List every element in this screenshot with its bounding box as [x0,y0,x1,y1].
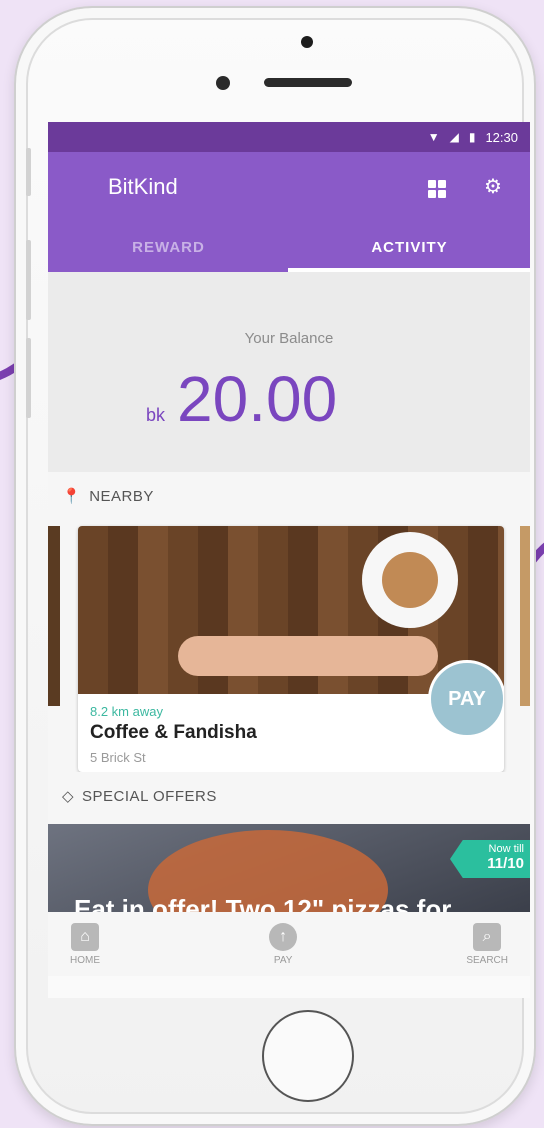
phone-front-camera [216,76,230,90]
tag-icon: ◇ [62,788,75,805]
search-icon: ⌕ [473,922,502,951]
nav-search-label: SEARCH [466,954,508,966]
offer-badge-date: 11/10 [487,855,524,872]
merchant-distance: 8.2 km away [90,704,163,719]
phone-side-button [26,338,31,418]
special-offers-section: ◇ SPECIAL OFFERS Eat in offer! Two 12" p… [48,772,530,912]
offers-heading-label: SPECIAL OFFERS [82,787,217,805]
nearby-heading-label: NEARBY [89,487,154,505]
tab-activity[interactable]: ACTIVITY [289,222,530,272]
hands-image [178,636,438,676]
offer-banner[interactable]: Eat in offer! Two 12" pizzas for Now til… [48,824,530,912]
balance-label: Your Balance [244,330,334,347]
pay-button[interactable]: PAY [428,660,504,738]
phone-speaker [264,78,352,87]
status-time: 12:30 [485,129,518,145]
bottom-navigation: ⌂ HOME ↑ PAY ⌕ SEARCH [48,912,530,976]
offers-heading: ◇ SPECIAL OFFERS [48,772,530,820]
tab-bar: REWARD ACTIVITY [48,222,530,272]
coffee-cup-image [362,532,458,628]
currency-label: bk [146,405,166,425]
merchant-name: Coffee & Fandisha [90,722,257,743]
screen-bottom-edge [48,976,530,998]
offer-badge-line1: Now till [488,843,524,855]
phone-sensor-dot [301,36,313,48]
previous-card-peek[interactable] [48,526,60,706]
tab-reward[interactable]: REWARD [48,222,289,272]
store-icon: ⌂ [71,922,99,951]
phone-side-button [26,240,31,320]
gear-icon[interactable]: ⚙ [484,174,502,199]
nav-home-label: HOME [70,954,100,966]
status-bar: ▼ ◢ ▮ 12:30 [48,122,530,152]
merchant-photo [78,526,504,694]
balance-panel: Your Balance bk 20.00 [48,272,530,472]
nearby-section: 📍 NEARBY PAY 8.2 km away Coffee & Fandis… [48,472,530,772]
merchant-card[interactable]: PAY 8.2 km away Coffee & Fandisha 5 Bric… [78,526,504,772]
next-card-peek[interactable] [520,526,530,706]
wifi-icon: ▼ [427,130,440,144]
location-pin-icon: 📍 [62,488,82,505]
signal-icon: ◢ [449,130,459,144]
nav-pay[interactable]: ↑ PAY [269,912,298,976]
phone-home-button[interactable] [262,1010,354,1102]
app-screen: ▼ ◢ ▮ 12:30 BitKind ⚙ REWARD ACTIVITY Yo… [48,122,530,998]
balance-amount: 20.00 [177,363,338,435]
app-title: BitKind [108,174,178,199]
balance-value: bk 20.00 [146,362,337,436]
phone-side-button [26,148,31,196]
nearby-heading: 📍 NEARBY [48,472,530,520]
offer-title: Eat in offer! Two 12" pizzas for [74,894,452,912]
app-bar: BitKind ⚙ REWARD ACTIVITY [48,152,530,272]
nav-home[interactable]: ⌂ HOME [70,912,100,976]
arrow-up-icon: ↑ [269,922,298,951]
offer-date-badge: Now till 11/10 [450,840,530,878]
nav-pay-label: PAY [273,954,293,966]
nav-search[interactable]: ⌕ SEARCH [466,912,508,976]
merchant-address: 5 Brick St [90,750,146,765]
battery-icon: ▮ [468,130,476,144]
grid-icon[interactable] [428,180,446,198]
